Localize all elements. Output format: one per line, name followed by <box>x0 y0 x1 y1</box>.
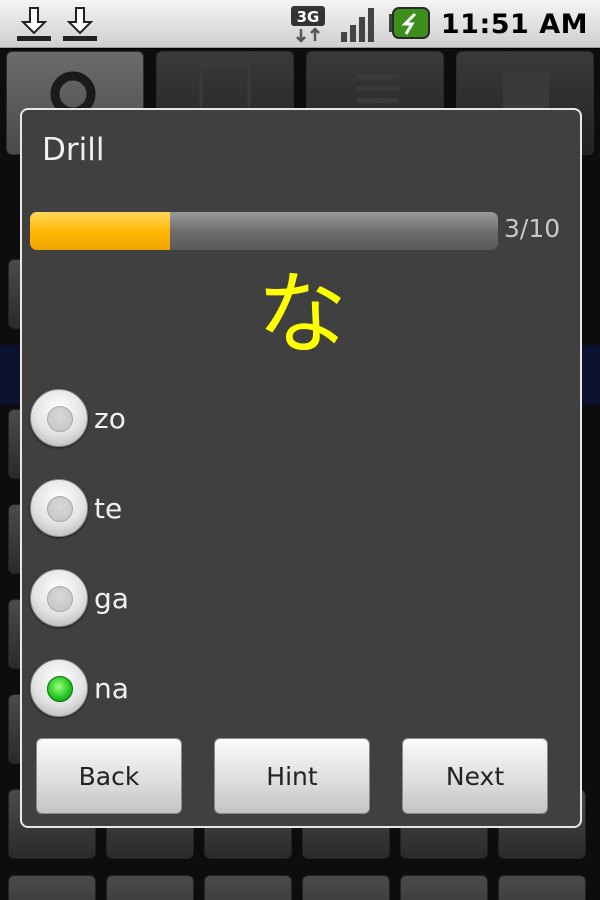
option-zo[interactable]: zo <box>30 388 330 448</box>
network-3g-icon: 3G <box>290 6 325 43</box>
drill-progress-bar <box>30 212 498 250</box>
radio-button[interactable] <box>30 569 88 627</box>
option-ga[interactable]: ga <box>30 568 330 628</box>
option-label: zo <box>94 401 126 435</box>
battery-charging-icon <box>388 7 430 39</box>
status-time: 11:51 AM <box>440 8 588 40</box>
drill-character: な <box>257 262 347 367</box>
hint-button[interactable]: Hint <box>214 738 370 814</box>
signal-icon <box>340 8 374 42</box>
option-te[interactable]: te <box>30 478 330 538</box>
progress-fill <box>30 212 171 250</box>
download-icon <box>63 7 97 41</box>
back-button[interactable]: Back <box>36 738 182 814</box>
download-icon <box>17 7 51 41</box>
next-button[interactable]: Next <box>402 738 548 814</box>
option-na[interactable]: na <box>30 658 330 718</box>
option-label: te <box>94 491 123 525</box>
option-label: na <box>94 671 129 705</box>
drill-dialog: Drill 3/10 な zo te ga na Back Hint Next <box>20 108 582 828</box>
option-label: ga <box>94 581 129 615</box>
svg-text:3G: 3G <box>297 8 320 26</box>
radio-button[interactable] <box>30 479 88 537</box>
radio-button[interactable] <box>30 389 88 447</box>
progress-count: 3/10 <box>504 214 561 243</box>
status-bar: 3G 11:51 AM <box>0 0 600 48</box>
dialog-title: Drill <box>42 132 105 168</box>
radio-button[interactable] <box>30 659 88 717</box>
